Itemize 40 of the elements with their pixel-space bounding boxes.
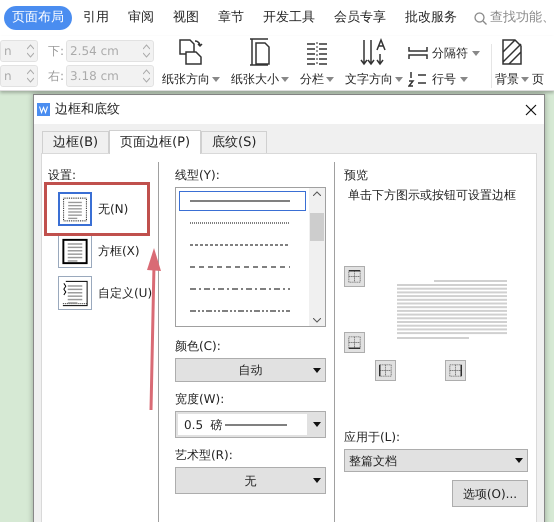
dialog-tab[interactable]: 页面边框(P) [109, 130, 202, 154]
field-label: 艺术型(R): [175, 447, 234, 464]
ribbon-tool-button[interactable]: 分栏 [300, 40, 334, 88]
field-label: 宽度(W): [175, 391, 226, 408]
ribbon-tool-button[interactable]: 行号 [408, 70, 480, 88]
ribbon-tab[interactable]: 章节 [210, 6, 252, 30]
art-dropdown[interactable]: 无 [175, 467, 326, 494]
ribbon-tool-button[interactable]: 背景 [495, 38, 529, 88]
field-label: 线型(Y): [175, 167, 221, 184]
color-dropdown[interactable]: 自动 [175, 358, 326, 382]
preview-hint: 单击下方图示或按钮可设置边框 [347, 187, 517, 204]
options-button[interactable]: 选项(O)... [452, 480, 528, 507]
field-label: 应用于(L): [344, 429, 402, 446]
ribbon-tool-button[interactable]: 纸张方向 [162, 38, 220, 88]
ribbon-tab[interactable]: 批改服务 [397, 6, 465, 30]
ribbon-tool-button[interactable]: 文字方向 [345, 38, 403, 88]
ribbon-tab[interactable]: 审阅 [120, 6, 162, 30]
search-field[interactable]: 查找功能、 [474, 8, 554, 28]
width-dropdown[interactable]: 0.5 磅 [175, 411, 326, 438]
ribbon-tab[interactable]: 会员专享 [326, 6, 394, 30]
section-label: 设置: [48, 168, 76, 182]
setting-option-label[interactable]: 自定义(U) [98, 284, 152, 302]
ribbon-tool-label: 页 [532, 71, 544, 88]
ribbon-tool-button[interactable]: 分隔符 [408, 44, 480, 62]
dialog-title: 边框和底纹 [55, 100, 120, 119]
margin-label: 右: [48, 68, 64, 84]
setting-option-label[interactable]: 方框(X) [98, 242, 140, 260]
dialog-tab[interactable]: 边框(B) [42, 131, 110, 153]
field-label: 颜色(C): [175, 338, 222, 355]
ribbon-tab[interactable]: 开发工具 [255, 6, 323, 30]
ribbon-tool-button[interactable]: 纸张大小 [231, 38, 289, 88]
dialog-tab[interactable]: 底纹(S) [201, 131, 268, 153]
section-label: 预览 [344, 167, 369, 184]
setting-option-label[interactable]: 无(N) [98, 200, 128, 218]
ribbon-tab[interactable]: 视图 [165, 6, 207, 30]
margin-label: 下: [48, 42, 64, 60]
width-value: 0.5 磅 [184, 416, 223, 434]
apply-dropdown[interactable]: 整篇文档 [344, 449, 528, 472]
search-placeholder: 查找功能、 [490, 9, 554, 28]
ribbon-tab[interactable]: 引用 [75, 6, 117, 30]
